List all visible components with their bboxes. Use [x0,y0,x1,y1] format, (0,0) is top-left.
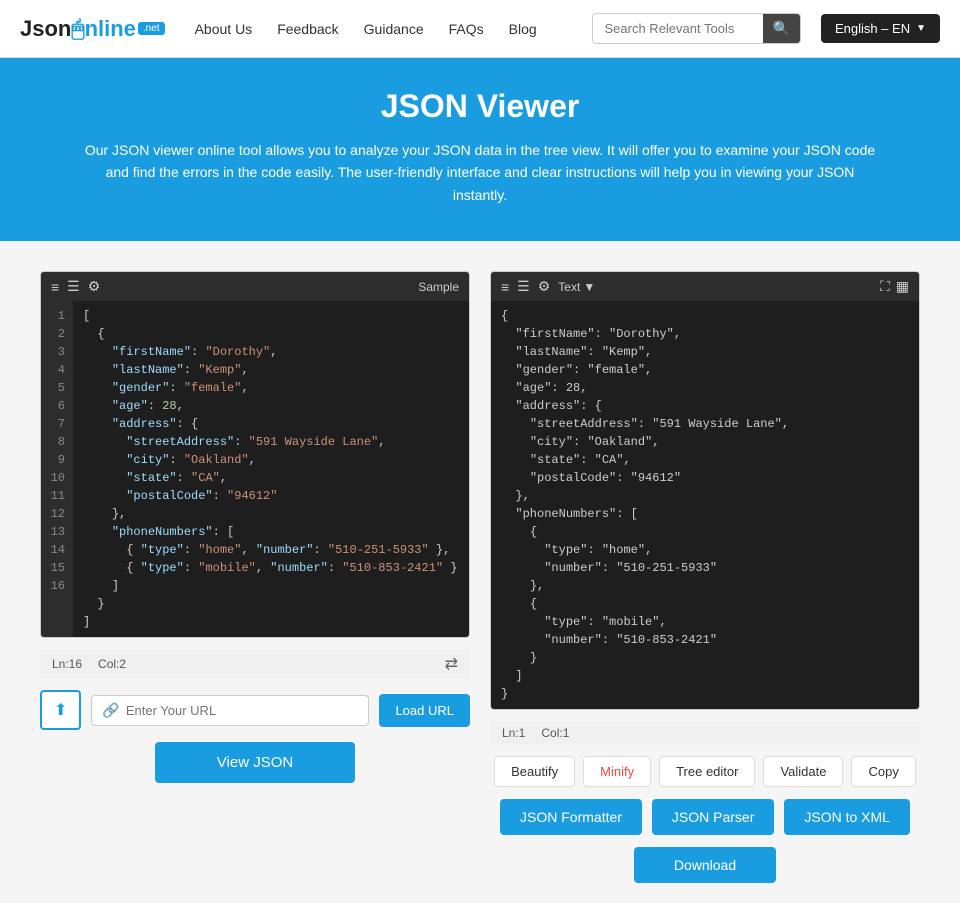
action-buttons: Beautify Minify Tree editor Validate Cop… [490,756,920,787]
url-input-wrapper: 🔗 [91,695,369,726]
grid-icon[interactable]: ▦ [896,278,909,295]
expand-icon[interactable]: ⛶ [880,278,890,295]
hero-title: JSON Viewer [80,88,880,125]
right-status-col: Col:1 [541,726,569,740]
text-label: Text [558,280,580,294]
left-panel: ≡ ☰ ⚙ Sample 12345678910111213141516 [ {… [40,271,470,783]
right-editor-toolbar: ≡ ☰ ⚙ Text ▼ ⛶ ▦ [491,272,919,301]
left-code-area: 12345678910111213141516 [ { "firstName":… [41,301,469,637]
header: Json🖱nline.net About Us Feedback Guidanc… [0,0,960,58]
view-json-button[interactable]: View JSON [155,742,355,783]
json-parser-button[interactable]: JSON Parser [652,799,774,835]
language-button[interactable]: English – EN ▼ [821,14,940,43]
right-panel: ≡ ☰ ⚙ Text ▼ ⛶ ▦ { "firstName": "Dorothy… [490,271,920,883]
chevron-down-icon: ▼ [916,23,926,34]
url-input[interactable] [126,696,359,725]
status-ln: Ln:16 [52,657,82,671]
load-url-button[interactable]: Load URL [379,694,470,727]
nav-blog[interactable]: Blog [509,21,537,37]
right-list-icon[interactable]: ☰ [517,278,530,295]
sample-label: Sample [418,280,459,294]
left-editor-box: ≡ ☰ ⚙ Sample 12345678910111213141516 [ {… [40,271,470,638]
logo-badge: .net [138,22,165,35]
copy-button[interactable]: Copy [851,756,915,787]
search-input[interactable] [593,15,763,42]
search-button[interactable]: 🔍 [763,14,800,43]
status-col: Col:2 [98,657,126,671]
right-settings-icon[interactable]: ⚙ [538,278,551,295]
main-content: ≡ ☰ ⚙ Sample 12345678910111213141516 [ {… [0,241,960,903]
text-dropdown[interactable]: Text ▼ [558,280,595,294]
left-editor-footer: Ln:16 Col:2 ⇄ [40,650,470,678]
right-code-area: { "firstName": "Dorothy", "lastName": "K… [491,301,919,709]
settings-icon[interactable]: ⚙ [88,278,101,295]
bottom-buttons: JSON Formatter JSON Parser JSON to XML [490,799,920,835]
format-icon[interactable]: ⇄ [445,654,458,674]
right-editor-footer: Ln:1 Col:1 [490,722,920,744]
json-to-xml-button[interactable]: JSON to XML [784,799,910,835]
align-icon[interactable]: ≡ [51,279,59,295]
right-code-content[interactable]: { "firstName": "Dorothy", "lastName": "K… [491,301,919,709]
upload-button[interactable]: ⬆ [40,690,81,730]
logo-json: Json [20,16,71,42]
right-status-ln: Ln:1 [502,726,525,740]
hero-section: JSON Viewer Our JSON viewer online tool … [0,58,960,241]
nav-faqs[interactable]: FAQs [449,21,484,37]
nav: About Us Feedback Guidance FAQs Blog [195,21,537,37]
minify-button[interactable]: Minify [583,756,651,787]
right-editor-box: ≡ ☰ ⚙ Text ▼ ⛶ ▦ { "firstName": "Dorothy… [490,271,920,710]
language-label: English – EN [835,21,910,36]
url-row: ⬆ 🔗 Load URL [40,690,470,730]
line-numbers: 12345678910111213141516 [41,301,73,637]
beautify-button[interactable]: Beautify [494,756,575,787]
nav-guidance[interactable]: Guidance [364,21,424,37]
tree-editor-button[interactable]: Tree editor [659,756,755,787]
search-bar: 🔍 [592,13,801,44]
logo-cursor: 🖱 [71,16,84,42]
list-icon[interactable]: ☰ [67,278,80,295]
nav-about-us[interactable]: About Us [195,21,253,37]
logo[interactable]: Json🖱nline.net [20,16,165,42]
left-code-content[interactable]: [ { "firstName": "Dorothy", "lastName": … [73,301,469,637]
json-formatter-button[interactable]: JSON Formatter [500,799,642,835]
nav-feedback[interactable]: Feedback [277,21,338,37]
logo-online: nline [85,16,136,42]
text-chevron-icon: ▼ [583,280,595,294]
left-editor-toolbar: ≡ ☰ ⚙ Sample [41,272,469,301]
hero-description: Our JSON viewer online tool allows you t… [80,139,880,206]
download-button[interactable]: Download [634,847,776,883]
validate-button[interactable]: Validate [763,756,843,787]
link-icon: 🔗 [102,702,119,719]
right-toolbar-icons: ⛶ ▦ [880,278,909,295]
right-align-icon[interactable]: ≡ [501,279,509,295]
